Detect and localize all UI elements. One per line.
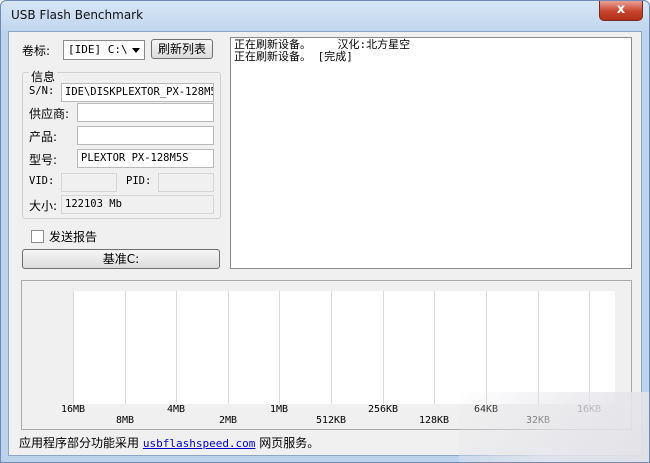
model-label: 型号:: [29, 153, 58, 167]
pid-label: PID:: [126, 175, 152, 187]
grid-line: [434, 291, 435, 404]
window-title: USB Flash Benchmark: [11, 8, 144, 22]
sn-value: IDE\DISKPLEXTOR_PX-128M5S: [65, 86, 214, 98]
x-tick-label: 512KB: [315, 415, 347, 426]
x-tick-label: 16KB: [576, 404, 602, 415]
info-group-label: 信息: [29, 68, 58, 85]
benchmark-button[interactable]: 基准C:: [22, 249, 220, 269]
sn-field[interactable]: IDE\DISKPLEXTOR_PX-128M5S: [61, 83, 214, 102]
benchmark-button-label: 基准C:: [102, 252, 140, 266]
volume-select-value: [IDE] C:\: [68, 43, 128, 56]
x-tick-label: 256KB: [367, 404, 399, 415]
product-field[interactable]: [77, 126, 214, 145]
footer-suffix: 网页服务。: [259, 436, 320, 450]
grid-line: [331, 291, 332, 404]
vid-field: [61, 173, 117, 192]
grid-line: [589, 291, 590, 404]
x-tick-label: 8MB: [115, 415, 135, 426]
footer-prefix: 应用程序部分功能采用: [19, 436, 140, 450]
app-window: USB Flash Benchmark x 卷标: [IDE] C:\ 刷新列表…: [0, 0, 650, 463]
close-button[interactable]: x: [599, 1, 643, 21]
x-tick-label: 32KB: [525, 415, 551, 426]
benchmark-graph-panel: 16MB 8MB 4MB 2MB 1MB 512KB 256KB 128KB 64KB 32KB 1…: [21, 280, 632, 430]
size-field: 122103 Mb: [61, 195, 214, 214]
vendor-label: 供应商:: [29, 107, 70, 121]
model-field[interactable]: PLEXTOR PX-128M5S: [77, 149, 214, 168]
vendor-field[interactable]: [77, 103, 214, 122]
size-value: 122103 Mb: [65, 198, 122, 210]
grid-line: [228, 291, 229, 404]
refresh-list-label: 刷新列表: [157, 42, 206, 56]
volume-select[interactable]: [IDE] C:\: [63, 40, 145, 60]
grid-line: [383, 291, 384, 404]
sn-label: S/N:: [29, 85, 55, 97]
grid-line: [279, 291, 280, 404]
x-tick-label: 128KB: [418, 415, 450, 426]
pid-field: [158, 173, 214, 192]
x-tick-label: 4MB: [166, 404, 186, 415]
grid-line: [125, 291, 126, 404]
x-tick-label: 64KB: [473, 404, 499, 415]
model-value: PLEXTOR PX-128M5S: [81, 152, 189, 164]
grid-line: [176, 291, 177, 404]
grid-line: [486, 291, 487, 404]
vid-label: VID:: [29, 175, 55, 187]
refresh-list-button[interactable]: 刷新列表: [151, 39, 213, 59]
client-area: 卷标: [IDE] C:\ 刷新列表 信息 S/N: IDE\DISKPLEXT…: [8, 31, 642, 456]
send-report-checkbox[interactable]: [31, 230, 44, 243]
size-label: 大小:: [29, 199, 58, 213]
grid-line: [538, 291, 539, 404]
chevron-down-icon: [132, 48, 140, 53]
log-line: 正在刷新设备。 [完成]: [234, 50, 353, 63]
x-tick-label: 2MB: [218, 415, 238, 426]
grid-line: [73, 291, 74, 404]
x-tick-label: 1MB: [269, 404, 289, 415]
send-report-label: 发送报告: [49, 230, 98, 244]
log-textbox[interactable]: 正在刷新设备。 汉化:北方星空 正在刷新设备。 [完成]: [230, 37, 632, 269]
close-icon: x: [616, 2, 626, 17]
benchmark-plot-area: [73, 291, 615, 404]
x-tick-label: 16MB: [60, 404, 86, 415]
footer-text: 应用程序部分功能采用 usbflashspeed.com 网页服务。: [19, 434, 319, 451]
product-label: 产品:: [29, 130, 58, 144]
volume-label: 卷标:: [22, 44, 51, 58]
title-bar: USB Flash Benchmark x: [1, 1, 649, 31]
footer-link[interactable]: usbflashspeed.com: [143, 437, 256, 450]
